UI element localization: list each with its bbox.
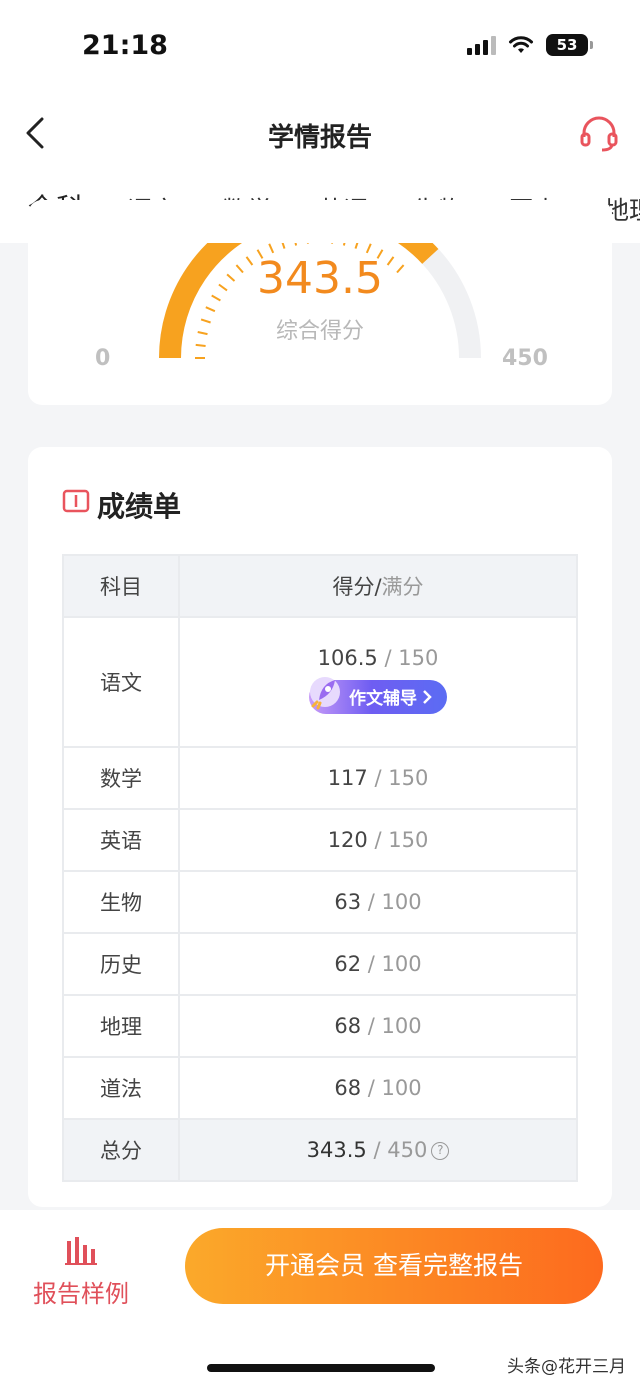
- essay-button-label: 作文辅导: [349, 689, 417, 709]
- essay-tutoring-button[interactable]: 作文辅导: [309, 676, 447, 714]
- row-full: 100: [381, 1014, 422, 1038]
- battery-icon: 53: [546, 34, 593, 56]
- row-subject: 数学: [62, 746, 180, 810]
- total-row: 总分 343.5 / 450?: [62, 1118, 578, 1182]
- table-row: 语文 106.5 / 150 作文辅导: [62, 616, 578, 748]
- row-slash: /: [361, 1014, 382, 1038]
- status-bar: 21:18 53: [0, 0, 640, 95]
- row-slash: /: [361, 1076, 382, 1100]
- table-row: 地理 68 / 100: [62, 994, 578, 1058]
- row-subject: 历史: [62, 932, 180, 996]
- watermark: 头条@花开三月: [507, 1357, 626, 1377]
- headset-icon[interactable]: [578, 113, 620, 153]
- scores-table: 科目 得分/满分 语文 106.5 / 150 作文辅导 数学 117 / 15…: [62, 554, 578, 1182]
- row-score: 120: [327, 828, 368, 852]
- row-subject: 道法: [62, 1056, 180, 1120]
- gauge-tick: [196, 345, 206, 346]
- row-score: 106.5: [317, 645, 378, 670]
- gauge-score: 343.5: [257, 253, 383, 304]
- table-row: 英语 120 / 150: [62, 808, 578, 872]
- report-sample-link[interactable]: 报告样例: [33, 1274, 129, 1309]
- row-score: 62: [334, 952, 362, 976]
- page-title: 学情报告: [267, 123, 372, 153]
- row-full: 150: [388, 828, 429, 852]
- row-full: 100: [381, 890, 422, 914]
- gauge-tick: [206, 307, 215, 311]
- total-full: 450: [387, 1138, 428, 1162]
- header-score: 得分/满分: [178, 554, 578, 618]
- gauge-label: 综合得分: [275, 319, 364, 344]
- gauge-max: 450: [502, 346, 548, 371]
- total-score-cell: 343.5 / 450?: [178, 1118, 578, 1182]
- total-slash: /: [366, 1138, 388, 1162]
- signal-icon: [467, 35, 496, 55]
- help-icon[interactable]: ?: [431, 1142, 450, 1160]
- table-row: 数学 117 / 150: [62, 746, 578, 810]
- row-slash: /: [361, 952, 382, 976]
- row-full: 150: [398, 645, 439, 670]
- row-full: 150: [388, 766, 429, 790]
- row-full: 100: [381, 952, 422, 976]
- row-slash: /: [377, 645, 399, 670]
- book-icon: [62, 489, 90, 513]
- row-score: 68: [334, 1014, 362, 1038]
- row-score: 68: [334, 1076, 362, 1100]
- gauge-min: 0: [95, 346, 111, 371]
- home-indicator: [207, 1364, 435, 1372]
- scores-title: 成绩单: [97, 490, 182, 523]
- table-row: 道法 68 / 100: [62, 1056, 578, 1120]
- row-slash: /: [361, 890, 382, 914]
- row-subject: 语文: [62, 616, 180, 748]
- row-subject: 地理: [62, 994, 180, 1058]
- row-slash: /: [367, 766, 389, 790]
- chevron-right-icon: [423, 689, 432, 704]
- header-score-label: 得分: [332, 575, 375, 599]
- table-row: 生物 63 / 100: [62, 870, 578, 934]
- status-time: 21:18: [82, 30, 168, 61]
- status-icons: 53: [467, 34, 593, 56]
- wifi-icon: [509, 36, 533, 53]
- row-score: 117: [327, 766, 368, 790]
- row-subject: 生物: [62, 870, 180, 934]
- row-score-cell: 68 / 100: [178, 994, 578, 1058]
- total-label: 总分: [62, 1118, 180, 1182]
- row-score-cell: 106.5 / 150 作文辅导: [178, 616, 578, 748]
- row-subject: 英语: [62, 808, 180, 872]
- rocket-icon: [310, 676, 340, 709]
- bar-chart-icon[interactable]: [63, 1233, 99, 1267]
- open-vip-button[interactable]: 开通会员 查看完整报告: [185, 1228, 603, 1304]
- row-score-cell: 120 / 150: [178, 808, 578, 872]
- row-score-cell: 63 / 100: [178, 870, 578, 934]
- row-score-cell: 68 / 100: [178, 1056, 578, 1120]
- header-slash: /: [374, 575, 382, 599]
- row-score-cell: 62 / 100: [178, 932, 578, 996]
- row-full: 100: [381, 1076, 422, 1100]
- total-score: 343.5: [306, 1138, 367, 1162]
- row-score-cell: 117 / 150: [178, 746, 578, 810]
- table-row: 历史 62 / 100: [62, 932, 578, 996]
- gauge-tick: [367, 244, 371, 253]
- gauge-tick: [269, 244, 273, 253]
- header-subject: 科目: [62, 554, 180, 618]
- navbar: 学情报告: [0, 95, 640, 173]
- row-score: 63: [334, 890, 362, 914]
- row-slash: /: [367, 828, 389, 852]
- header-full-label: 满分: [381, 575, 424, 599]
